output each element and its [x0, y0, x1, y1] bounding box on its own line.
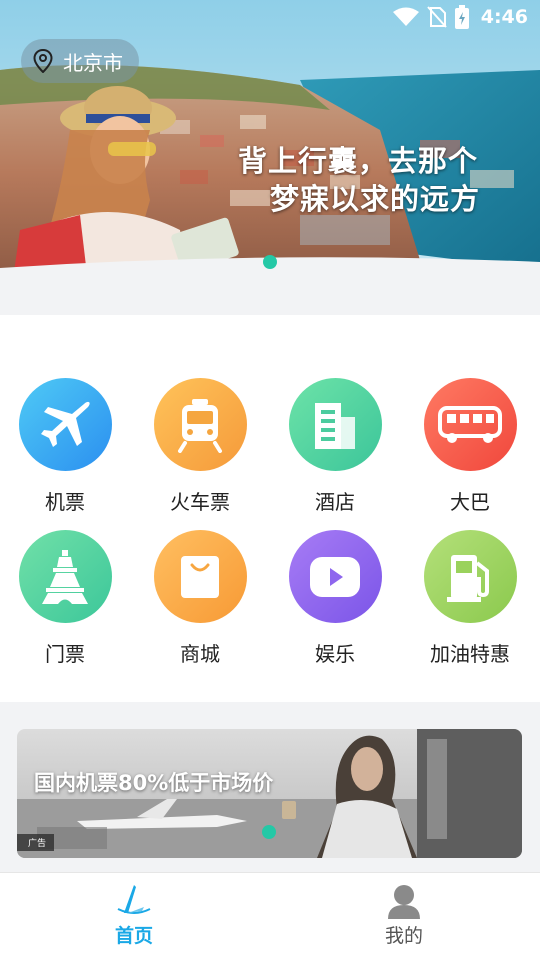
- category-entertainment[interactable]: 娱乐: [275, 530, 395, 667]
- category-icon-bg: [153, 530, 247, 623]
- shopping-bag-icon: [181, 555, 219, 598]
- category-icon-bg: [423, 530, 517, 623]
- category-hotel[interactable]: 酒店: [275, 378, 395, 515]
- ad-carousel-indicator: [262, 825, 276, 839]
- ad-headline: 国内机票80%低于市场价: [34, 771, 274, 795]
- no-sim-icon: [426, 6, 447, 28]
- battery-icon: [454, 5, 469, 29]
- hero-banner[interactable]: 4:46 北京市 背上行囊，去那个 梦寐以求的远方: [0, 0, 540, 300]
- category-label: 大巴: [450, 490, 490, 514]
- category-train[interactable]: 火车票: [140, 378, 260, 515]
- category-label: 机票: [45, 490, 85, 514]
- status-bar: 4:46: [0, 0, 540, 36]
- bus-icon: [438, 405, 502, 443]
- ad-banner[interactable]: 国内机票80%低于市场价 广告: [17, 729, 522, 858]
- category-flight[interactable]: 机票: [5, 378, 125, 515]
- hotel-icon: [315, 402, 355, 449]
- category-ticket[interactable]: 门票: [5, 530, 125, 667]
- play-icon: [310, 556, 360, 597]
- category-label: 火车票: [170, 490, 230, 514]
- airplane-icon: [41, 401, 90, 447]
- hero-slogan-line1: 背上行囊，去那个: [238, 144, 479, 178]
- category-grid: 机票 火车票 酒店 大巴 门票 商城 娱乐 加油特惠: [0, 315, 540, 702]
- hero-slogan: 背上行囊，去那个 梦寐以求的远方: [238, 142, 480, 218]
- wifi-icon: [392, 7, 419, 26]
- train-icon: [178, 398, 222, 453]
- home-logo-icon: [117, 885, 151, 914]
- category-fuel-deals[interactable]: 加油特惠: [410, 530, 530, 667]
- category-icon-bg: [423, 378, 517, 471]
- bottom-nav: 首页 我的: [0, 872, 540, 960]
- category-label: 门票: [45, 642, 85, 666]
- tower-icon: [42, 549, 88, 604]
- category-icon-bg: [153, 378, 247, 471]
- category-label: 酒店: [315, 490, 355, 514]
- category-label: 娱乐: [315, 642, 355, 666]
- category-label: 商城: [180, 642, 220, 666]
- hero-slogan-line2: 梦寐以求的远方: [270, 182, 481, 216]
- nav-profile-label: 我的: [384, 925, 423, 947]
- profile-icon: [388, 885, 420, 919]
- nav-home[interactable]: 首页: [84, 883, 184, 948]
- category-mall[interactable]: 商城: [140, 530, 260, 667]
- nav-home-label: 首页: [114, 925, 153, 947]
- status-time: 4:46: [480, 6, 528, 28]
- category-icon-bg: [288, 378, 382, 471]
- category-icon-bg: [18, 530, 112, 623]
- nav-profile[interactable]: 我的: [354, 883, 454, 948]
- location-selector[interactable]: 北京市: [21, 39, 139, 83]
- category-icon-bg: [18, 378, 112, 471]
- category-icon-bg: [288, 530, 382, 623]
- location-pin-icon: [33, 49, 53, 73]
- category-label: 加油特惠: [430, 642, 510, 666]
- ad-tag: 广告: [17, 834, 55, 851]
- category-bus[interactable]: 大巴: [410, 378, 530, 515]
- fuel-pump-icon: [447, 554, 489, 602]
- location-city: 北京市: [63, 50, 123, 75]
- carousel-indicator: [263, 255, 277, 269]
